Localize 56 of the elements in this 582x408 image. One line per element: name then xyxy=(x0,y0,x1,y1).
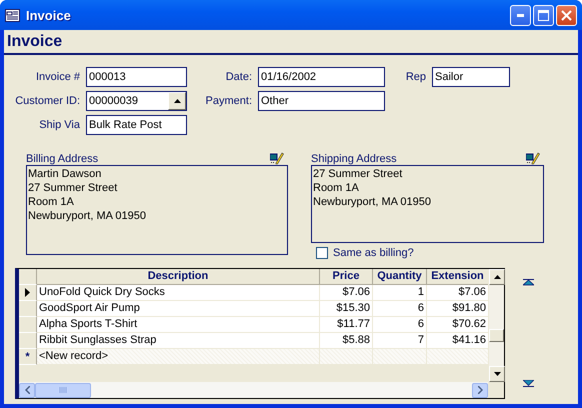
up-arrow-icon[interactable] xyxy=(494,275,500,279)
new-record-marker: * xyxy=(19,349,37,365)
input-field[interactable]: 00000039 xyxy=(86,91,187,111)
input-field[interactable]: 01/16/2002 xyxy=(258,67,385,87)
edit-icon[interactable] xyxy=(270,151,284,165)
address-line: 27 Summer Street xyxy=(28,181,118,195)
address-line: Newburyport, MA 01950 xyxy=(28,209,148,223)
shipping-address-field[interactable]: 27 Summer Street Room 1A Newburyport, MA 01950 xyxy=(311,165,544,243)
input-field[interactable]: Bulk Rate Post xyxy=(86,115,187,135)
field-label: Payment: xyxy=(206,94,253,109)
field-label: Rep xyxy=(406,70,427,85)
checkbox-label: Same as billing? xyxy=(333,247,414,259)
close-icon xyxy=(561,10,572,20)
input-field[interactable]: Other xyxy=(258,91,385,111)
spin-button[interactable] xyxy=(168,92,186,110)
vertical-scrollbar[interactable] xyxy=(488,269,504,382)
maximize-icon xyxy=(538,10,549,20)
checkbox[interactable] xyxy=(316,247,328,259)
shipping-address-label: Shipping Address xyxy=(311,153,397,165)
down-arrow-icon[interactable] xyxy=(494,372,500,376)
form-heading: Invoice xyxy=(4,30,578,55)
new-record-cell[interactable]: <New record> xyxy=(37,349,320,365)
input-field[interactable]: Sailor xyxy=(432,67,510,87)
first-record-icon[interactable] xyxy=(523,279,534,286)
column-header[interactable]: Price xyxy=(320,269,373,285)
address-line: Room 1A xyxy=(28,195,75,209)
edit-icon[interactable] xyxy=(526,151,540,165)
billing-address-field[interactable]: Martin Dawson 27 Summer Street Room 1A Newburyport, MA 01950 xyxy=(26,165,288,255)
last-record-icon[interactable] xyxy=(523,380,534,387)
field-label: Date: xyxy=(226,70,253,85)
billing-address-label: Billing Address xyxy=(26,153,98,165)
minimize-button[interactable] xyxy=(510,4,531,26)
field-label: Invoice # xyxy=(36,70,81,85)
table-cell xyxy=(373,349,427,365)
field-label: Ship Via xyxy=(39,118,81,133)
close-button[interactable] xyxy=(556,4,577,26)
address-line: Newburyport, MA 01950 xyxy=(313,195,432,209)
row-selector[interactable] xyxy=(19,285,37,301)
window-title: Invoice xyxy=(26,8,72,22)
column-header[interactable]: Quantity xyxy=(373,269,427,285)
column-header[interactable]: Extension xyxy=(427,269,488,285)
address-line: 27 Summer Street xyxy=(313,167,404,181)
form-icon xyxy=(5,8,20,22)
table-cell xyxy=(320,349,373,365)
up-arrow-icon xyxy=(174,99,180,103)
horizontal-scrollbar[interactable] xyxy=(19,382,488,398)
address-line: Martin Dawson xyxy=(28,167,102,181)
grip-icon[interactable] xyxy=(58,387,68,393)
address-line: Room 1A xyxy=(313,181,360,195)
column-header[interactable]: Description xyxy=(37,269,320,285)
minimize-icon xyxy=(517,14,524,16)
current-row-icon xyxy=(25,288,30,297)
input-field[interactable]: 000013 xyxy=(86,67,187,87)
maximize-button[interactable] xyxy=(533,4,554,26)
scroll-thumb[interactable] xyxy=(489,329,504,342)
field-label: Customer ID: xyxy=(15,94,81,109)
